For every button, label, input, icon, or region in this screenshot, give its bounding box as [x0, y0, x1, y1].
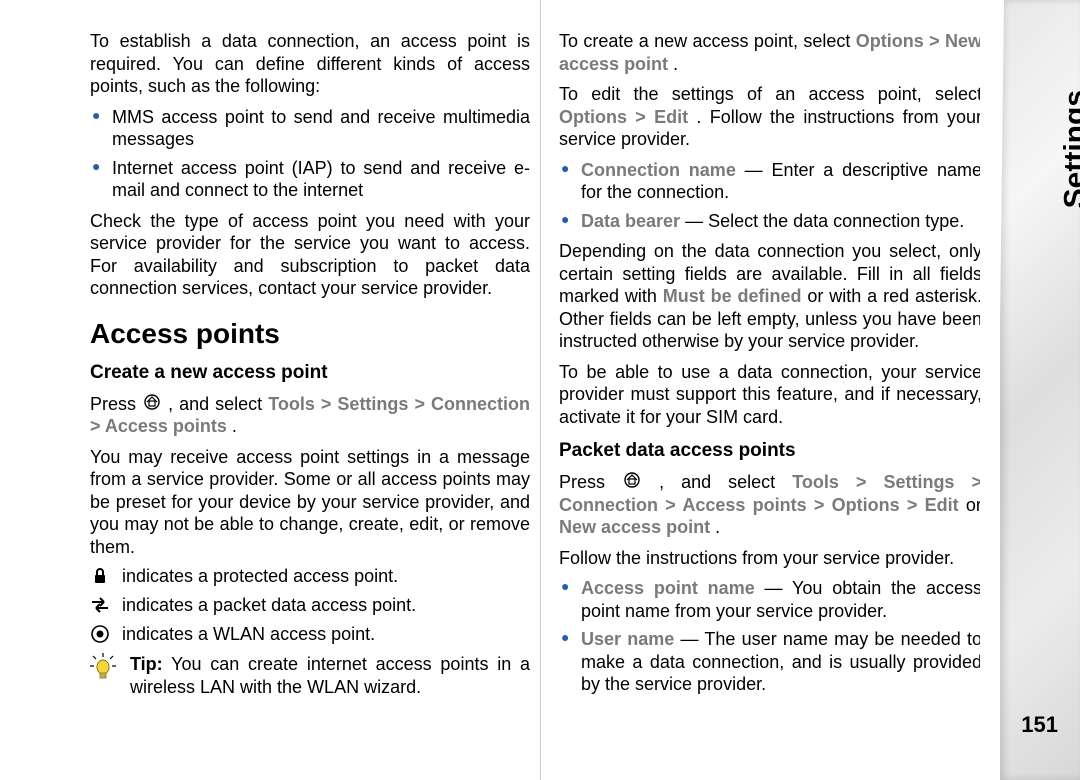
right-column: To create a new access point, select Opt…	[540, 0, 1000, 780]
text: To edit the settings of an access point,…	[559, 84, 982, 104]
follow-instructions-paragraph: Follow the instructions from your servic…	[559, 547, 982, 570]
protected-ap-line: indicates a protected access point.	[90, 566, 530, 587]
nav-sep: >	[414, 394, 431, 414]
nav-sep: >	[907, 495, 925, 515]
field-name: User name	[581, 629, 674, 649]
must-be-defined-label: Must be defined	[663, 286, 802, 306]
list-item: Connection name — Enter a descriptive na…	[581, 159, 982, 204]
list-item: Internet access point (IAP) to send and …	[112, 157, 530, 202]
text: or	[966, 495, 982, 515]
fields-note-paragraph: Depending on the data connection you sel…	[559, 240, 982, 353]
nav-new-access-point: New access point	[559, 517, 710, 537]
nav-settings: Settings	[337, 394, 408, 414]
nav-connection: Connection	[559, 495, 658, 515]
access-point-types-list: MMS access point to send and receive mul…	[90, 106, 530, 202]
icon-description: indicates a protected access point.	[122, 566, 398, 587]
text: .	[715, 517, 720, 537]
lock-icon	[90, 566, 110, 586]
text: You can create internet access points in…	[130, 654, 530, 697]
packet-fields-list: Access point name — You obtain the acces…	[559, 577, 982, 696]
tip-box: Tip: You can create internet access poin…	[90, 653, 530, 706]
text: , and select	[168, 394, 268, 414]
tip-lightbulb-icon	[90, 653, 116, 683]
subsection-heading: Create a new access point	[90, 362, 530, 384]
preset-paragraph: You may receive access point settings in…	[90, 446, 530, 559]
text: To create a new access point, select	[559, 31, 856, 51]
nav-sep: >	[90, 416, 105, 436]
nav-options: Options	[856, 31, 924, 51]
nav-sep: >	[814, 495, 832, 515]
nav-access-points: Access points	[682, 495, 806, 515]
page: To establish a data connection, an acces…	[0, 0, 1000, 780]
nav-tools: Tools	[792, 472, 839, 492]
text: .	[673, 54, 678, 74]
field-name: Data bearer	[581, 211, 680, 231]
sim-paragraph: To be able to use a data connection, you…	[559, 361, 982, 429]
list-item: Access point name — You obtain the acces…	[581, 577, 982, 622]
nav-sep: >	[321, 394, 338, 414]
tip-label: Tip:	[130, 654, 163, 674]
home-key-icon	[622, 470, 642, 490]
text: Press	[559, 472, 622, 492]
left-column: To establish a data connection, an acces…	[0, 0, 540, 780]
nav-path-paragraph: Press , and select Tools > Settings > Co…	[90, 392, 530, 438]
nav-sep: >	[856, 472, 884, 492]
side-tab: Settings 151	[1000, 0, 1080, 780]
icon-description: indicates a WLAN access point.	[122, 624, 375, 645]
nav-options: Options	[559, 107, 627, 127]
nav-path-paragraph: Press , and select Tools > Settings > Co…	[559, 470, 982, 539]
ap-fields-list: Connection name — Enter a descriptive na…	[559, 159, 982, 233]
text: , and select	[659, 472, 792, 492]
wlan-icon	[90, 624, 110, 644]
tip-text: Tip: You can create internet access poin…	[130, 653, 530, 698]
nav-access-points: Access points	[105, 416, 227, 436]
packet-data-icon	[90, 595, 110, 615]
list-item: User name — The user name may be needed …	[581, 628, 982, 696]
section-heading: Access points	[90, 318, 530, 350]
list-item: Data bearer — Select the data connection…	[581, 210, 982, 233]
icon-description: indicates a packet data access point.	[122, 595, 416, 616]
text: Press	[90, 394, 142, 414]
nav-edit: Edit	[925, 495, 959, 515]
nav-settings: Settings	[883, 472, 954, 492]
wlan-ap-line: indicates a WLAN access point.	[90, 624, 530, 645]
tab-label: Settings	[1058, 90, 1080, 208]
nav-sep: >	[929, 31, 945, 51]
nav-tools: Tools	[268, 394, 315, 414]
text: .	[232, 416, 237, 436]
nav-edit: Edit	[654, 107, 688, 127]
page-number: 151	[1021, 712, 1058, 738]
intro-paragraph: To establish a data connection, an acces…	[90, 30, 530, 98]
provider-check-paragraph: Check the type of access point you need …	[90, 210, 530, 300]
field-desc: — Select the data connection type.	[680, 211, 964, 231]
nav-sep: >	[635, 107, 654, 127]
edit-ap-paragraph: To edit the settings of an access point,…	[559, 83, 982, 151]
subsection-heading: Packet data access points	[559, 440, 982, 462]
create-ap-paragraph: To create a new access point, select Opt…	[559, 30, 982, 75]
nav-sep: >	[665, 495, 682, 515]
nav-connection: Connection	[431, 394, 530, 414]
field-name: Access point name	[581, 578, 755, 598]
packet-ap-line: indicates a packet data access point.	[90, 595, 530, 616]
list-item: MMS access point to send and receive mul…	[112, 106, 530, 151]
nav-options: Options	[832, 495, 900, 515]
field-name: Connection name	[581, 160, 736, 180]
home-key-icon	[142, 392, 162, 412]
